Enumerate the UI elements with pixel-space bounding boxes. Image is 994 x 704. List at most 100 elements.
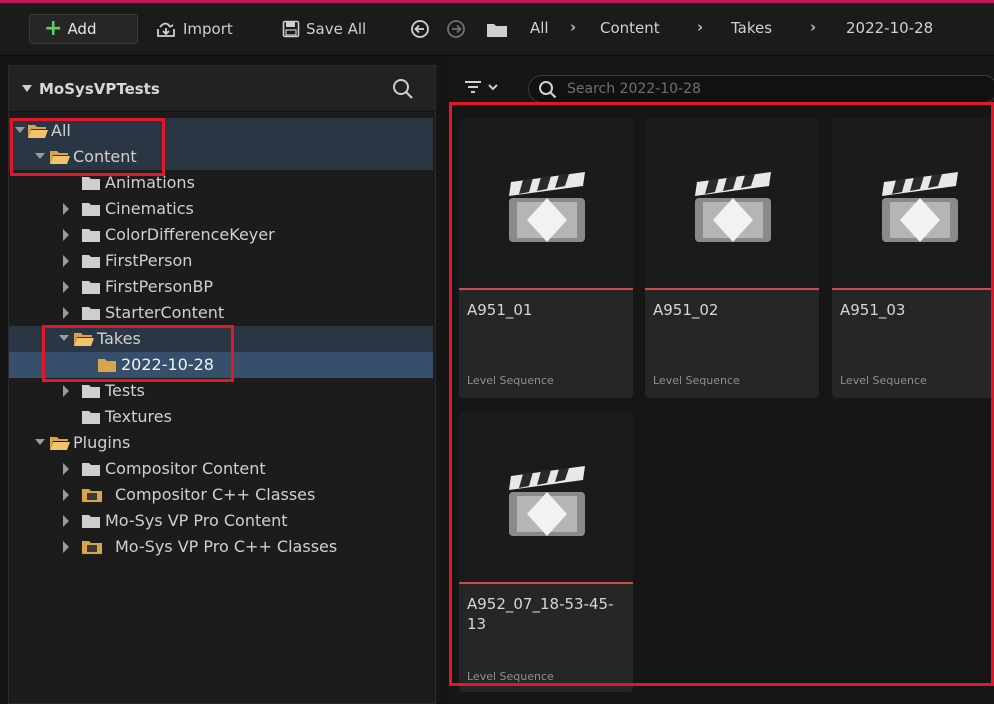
folder-icon xyxy=(487,24,507,37)
collapsed-arrow-icon[interactable] xyxy=(61,385,71,397)
chevron-right-icon: › xyxy=(810,18,817,36)
breadcrumb-all[interactable]: All xyxy=(530,19,549,37)
collapse-triangle-icon[interactable] xyxy=(21,84,33,94)
sources-header[interactable]: MoSysVPTests xyxy=(9,66,435,112)
tree-item-plugins[interactable]: Plugins xyxy=(9,430,433,456)
add-button[interactable]: + Add xyxy=(29,14,138,44)
collapsed-arrow-icon[interactable] xyxy=(61,515,71,527)
tree-item-2022-10-28[interactable]: 2022-10-28 xyxy=(9,352,433,378)
asset-name: A951_03 xyxy=(840,301,906,319)
expanded-arrow-icon[interactable] xyxy=(15,125,25,135)
tree-item-label: StarterContent xyxy=(105,303,225,322)
import-button[interactable]: Import xyxy=(155,14,233,44)
breadcrumb-takes[interactable]: Takes xyxy=(731,19,772,37)
cpp-folder-icon xyxy=(82,489,102,502)
back-button[interactable] xyxy=(410,14,436,44)
collapsed-arrow-icon[interactable] xyxy=(61,489,71,501)
folder-icon xyxy=(82,385,100,398)
level-sequence-icon xyxy=(882,172,958,242)
folder-icon xyxy=(82,515,100,528)
tree-item-label: ColorDifferenceKeyer xyxy=(105,225,275,244)
tree-item-first-person[interactable]: FirstPerson xyxy=(9,248,433,274)
tree-item-mosys-vp-pro-cpp-classes[interactable]: Mo-Sys VP Pro C++ Classes xyxy=(9,534,433,560)
tree-item-compositor-cpp-classes[interactable]: Compositor C++ Classes xyxy=(9,482,433,508)
expanded-arrow-icon[interactable] xyxy=(35,437,45,447)
asset-thumbnail xyxy=(645,118,819,288)
level-sequence-icon xyxy=(695,172,771,242)
collapsed-arrow-icon[interactable] xyxy=(61,307,71,319)
collapsed-arrow-icon[interactable] xyxy=(61,255,71,267)
folder-icon xyxy=(82,177,100,190)
chevron-right-icon: › xyxy=(570,18,577,36)
asset-type: Level Sequence xyxy=(840,374,927,387)
collapsed-arrow-icon[interactable] xyxy=(61,229,71,241)
asset-name: A951_02 xyxy=(653,301,719,319)
asset-type-stripe xyxy=(832,288,994,290)
cpp-folder-icon xyxy=(82,541,102,554)
forward-button[interactable] xyxy=(446,14,472,44)
save-all-button[interactable]: Save All xyxy=(282,14,366,44)
tree-item-label: All xyxy=(51,121,71,140)
tree-item-animations[interactable]: Animations xyxy=(9,170,433,196)
tree-item-color-difference-keyer[interactable]: ColorDifferenceKeyer xyxy=(9,222,433,248)
tree-item-all[interactable]: All xyxy=(9,118,433,144)
folder-icon xyxy=(82,307,100,320)
toolbar: + Add Import Save All All › Content › Ta… xyxy=(0,3,994,56)
filter-icon[interactable] xyxy=(464,78,504,98)
asset-type-stripe xyxy=(459,582,633,584)
level-sequence-icon xyxy=(509,172,585,242)
import-label: Import xyxy=(183,20,233,38)
breadcrumb-current[interactable]: 2022-10-28 xyxy=(846,19,933,37)
tree-item-label: Tests xyxy=(105,381,145,400)
save-all-label: Save All xyxy=(306,20,367,38)
tree-item-label: 2022-10-28 xyxy=(121,355,214,374)
asset-type: Level Sequence xyxy=(653,374,740,387)
tree-item-content[interactable]: Content xyxy=(9,144,433,170)
collapsed-arrow-icon[interactable] xyxy=(61,541,71,553)
tree-item-takes[interactable]: Takes xyxy=(9,326,433,352)
breadcrumb-content[interactable]: Content xyxy=(600,19,660,37)
tree-item-cinematics[interactable]: Cinematics xyxy=(9,196,433,222)
search-icon[interactable] xyxy=(392,78,414,100)
save-icon xyxy=(282,20,300,38)
folder-icon xyxy=(82,281,100,294)
collapsed-arrow-icon[interactable] xyxy=(61,463,71,475)
tree-item-starter-content[interactable]: StarterContent xyxy=(9,300,433,326)
tree-item-label: Mo-Sys VP Pro C++ Classes xyxy=(115,537,338,556)
folder-icon xyxy=(82,255,100,268)
asset-tile[interactable]: A951_02 Level Sequence xyxy=(645,118,819,398)
collapsed-arrow-icon[interactable] xyxy=(61,281,71,293)
tree-item-compositor-content[interactable]: Compositor Content xyxy=(9,456,433,482)
plus-icon: + xyxy=(44,16,63,41)
forward-arrow-icon xyxy=(447,20,465,38)
tree-item-label: Compositor C++ Classes xyxy=(115,485,316,504)
search-input[interactable] xyxy=(567,79,987,99)
search-box[interactable] xyxy=(528,75,994,103)
expanded-arrow-icon[interactable] xyxy=(35,151,45,161)
folder-icon xyxy=(82,463,100,476)
add-label: Add xyxy=(67,20,97,38)
folder-icon xyxy=(82,411,100,424)
tree-item-first-person-bp[interactable]: FirstPersonBP xyxy=(9,274,433,300)
tree-item-tests[interactable]: Tests xyxy=(9,378,433,404)
asset-tile[interactable]: A952_07_18-53-45-13 Level Sequence xyxy=(459,412,633,692)
level-sequence-icon xyxy=(509,466,585,536)
import-icon xyxy=(157,22,175,37)
asset-thumbnail xyxy=(459,118,633,288)
asset-type: Level Sequence xyxy=(467,374,554,387)
tree-item-label: Animations xyxy=(105,173,195,192)
expanded-arrow-icon[interactable] xyxy=(59,333,69,343)
tree-item-label: Takes xyxy=(97,329,141,348)
tree-item-label: Textures xyxy=(105,407,172,426)
collapsed-arrow-icon[interactable] xyxy=(61,203,71,215)
tree-item-textures[interactable]: Textures xyxy=(9,404,433,430)
asset-type: Level Sequence xyxy=(467,670,554,683)
tree-item-label: Cinematics xyxy=(105,199,194,218)
asset-type-stripe xyxy=(459,288,633,290)
asset-tile[interactable]: A951_01 Level Sequence xyxy=(459,118,633,398)
asset-tile[interactable]: A951_03 Level Sequence xyxy=(832,118,994,398)
tree-item-label: Mo-Sys VP Pro Content xyxy=(105,511,288,530)
chevron-right-icon: › xyxy=(697,18,704,36)
folder-open-icon xyxy=(50,151,70,164)
tree-item-mosys-vp-pro-content[interactable]: Mo-Sys VP Pro Content xyxy=(9,508,433,534)
